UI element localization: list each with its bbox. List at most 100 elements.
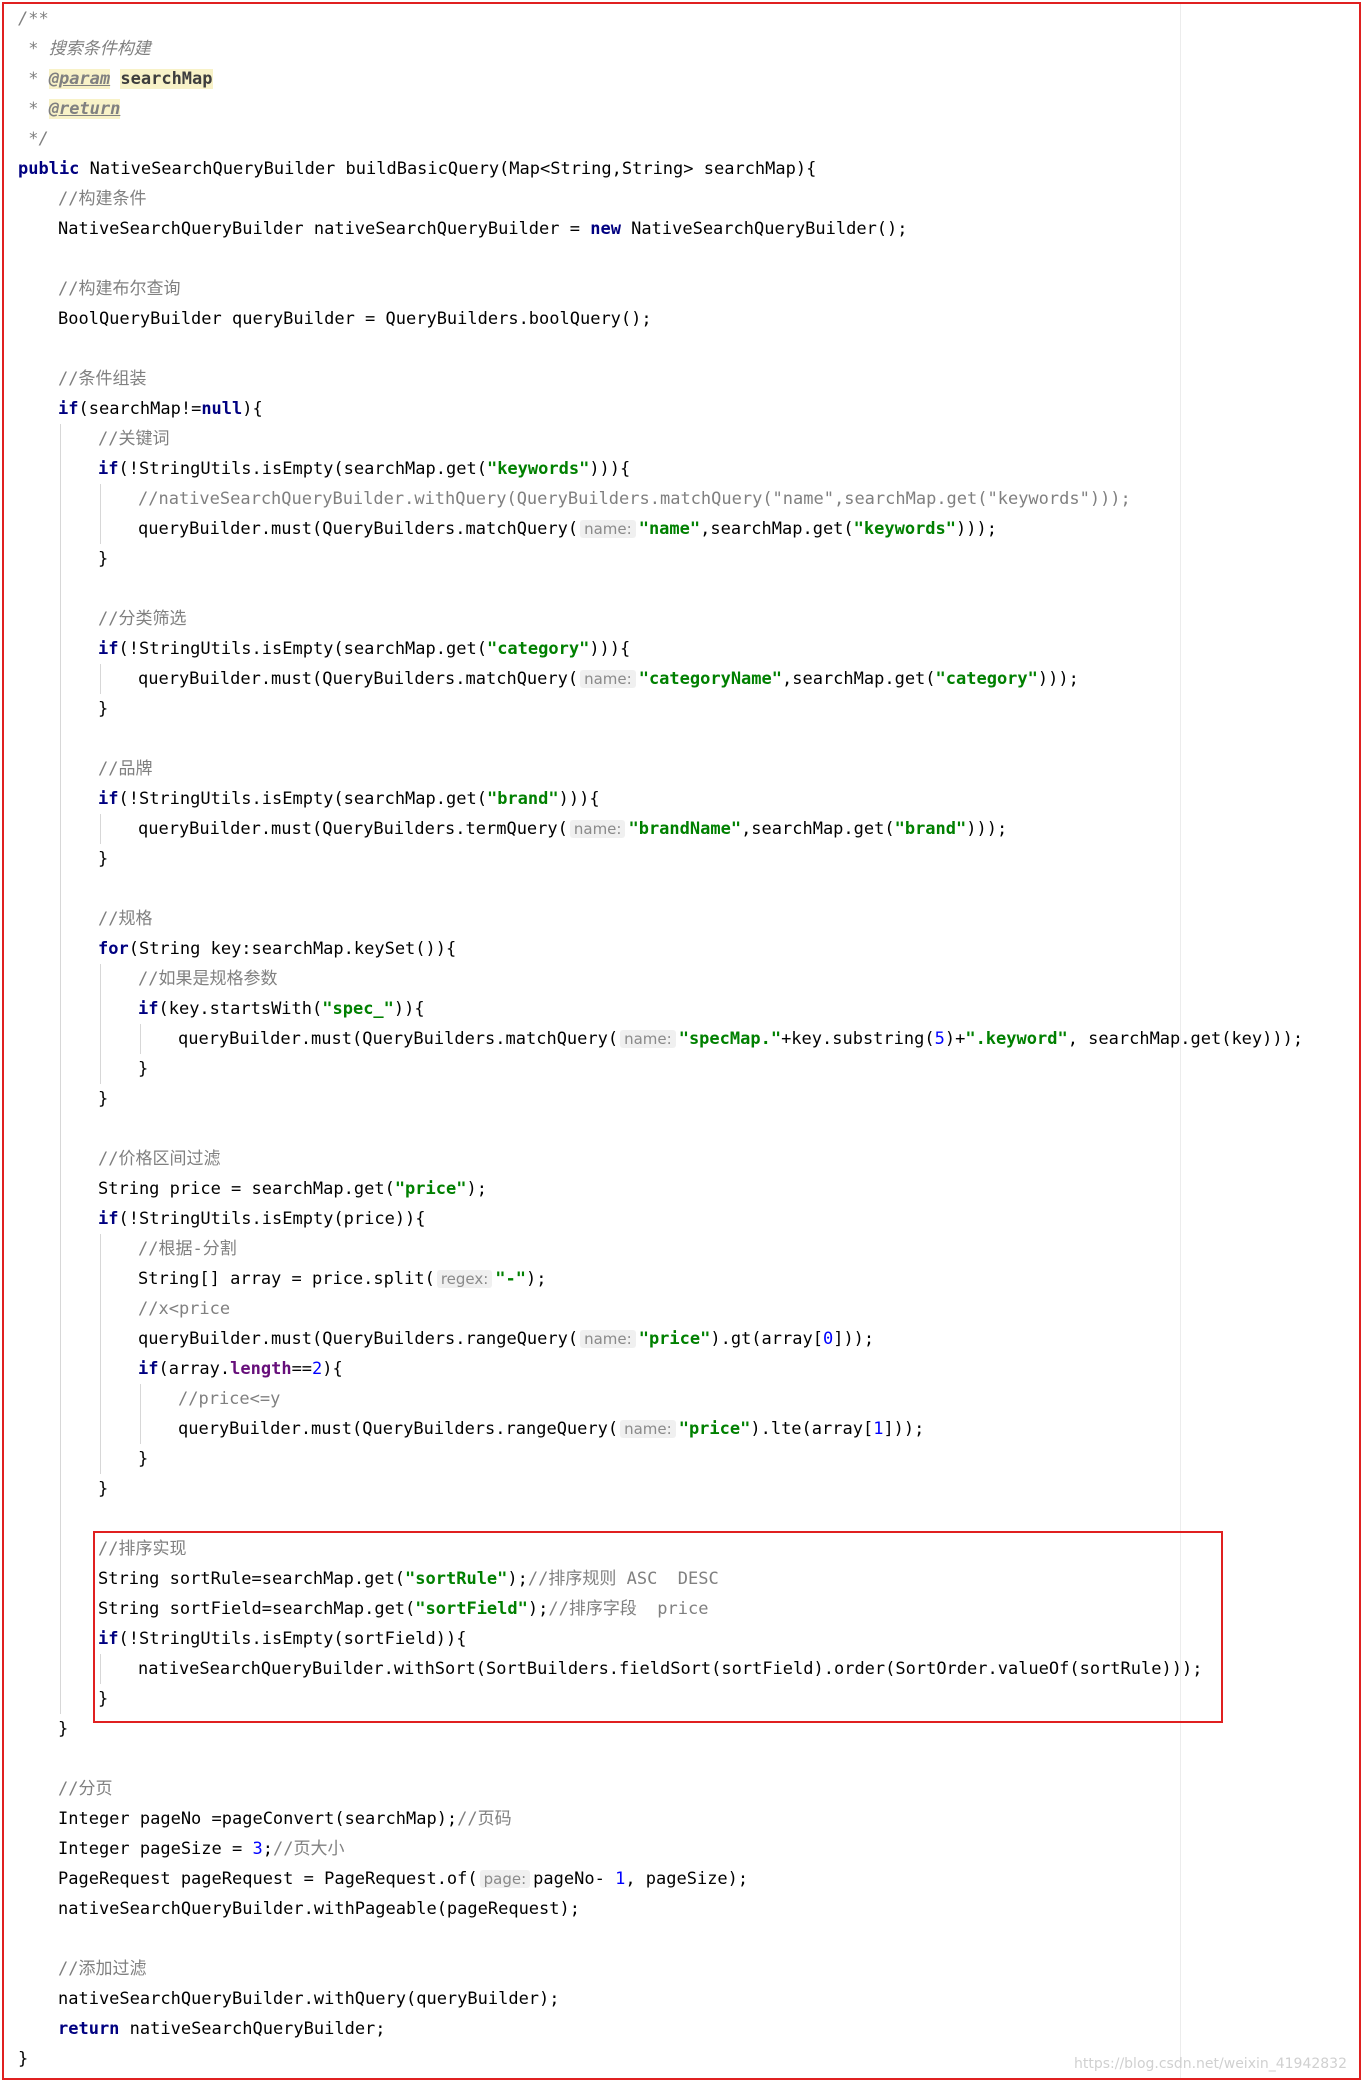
code-line[interactable]: } bbox=[18, 544, 1303, 574]
code-line[interactable]: Integer pageNo =pageConvert(searchMap);/… bbox=[18, 1804, 1303, 1834]
code-line[interactable]: //添加过滤 bbox=[18, 1954, 1303, 1984]
code-line[interactable]: } bbox=[18, 844, 1303, 874]
code-line[interactable]: return nativeSearchQueryBuilder; bbox=[18, 2014, 1303, 2044]
code-line[interactable]: } bbox=[18, 1054, 1303, 1084]
code-line[interactable]: if(array.length==2){ bbox=[18, 1354, 1303, 1384]
code-line[interactable]: * 搜索条件构建 bbox=[18, 34, 1303, 64]
code-line[interactable]: PageRequest pageRequest = PageRequest.of… bbox=[18, 1864, 1303, 1894]
code-token: ))){ bbox=[589, 639, 631, 659]
code-line[interactable]: * @return bbox=[18, 94, 1303, 124]
code-line[interactable]: } bbox=[18, 694, 1303, 724]
code-line[interactable] bbox=[18, 244, 1303, 274]
code-token: if bbox=[98, 639, 119, 659]
code-line[interactable]: //nativeSearchQueryBuilder.withQuery(Que… bbox=[18, 484, 1303, 514]
code-line[interactable]: nativeSearchQueryBuilder.withPageable(pa… bbox=[18, 1894, 1303, 1924]
code-line[interactable]: //price<=y bbox=[18, 1384, 1303, 1414]
code-line[interactable] bbox=[18, 874, 1303, 904]
code-token: if bbox=[98, 1629, 119, 1649]
code-token: (array. bbox=[158, 1359, 231, 1379]
code-line[interactable] bbox=[18, 724, 1303, 754]
code-area[interactable]: /** * 搜索条件构建 * @param searchMap * @retur… bbox=[18, 4, 1303, 2074]
code-line[interactable]: * @param searchMap bbox=[18, 64, 1303, 94]
indent-guide bbox=[60, 754, 61, 784]
code-token: } bbox=[138, 1059, 149, 1079]
code-token: "keywords" bbox=[853, 519, 957, 539]
code-line[interactable]: queryBuilder.must(QueryBuilders.rangeQue… bbox=[18, 1324, 1303, 1354]
code-line[interactable]: nativeSearchQueryBuilder.withQuery(query… bbox=[18, 1984, 1303, 2014]
code-token: @return bbox=[48, 99, 121, 119]
indent-guide bbox=[60, 1174, 61, 1204]
code-line[interactable] bbox=[18, 1744, 1303, 1774]
indent-guide bbox=[60, 1264, 61, 1294]
code-line[interactable]: //构建条件 bbox=[18, 184, 1303, 214]
code-token: if bbox=[58, 399, 79, 419]
code-line[interactable]: String sortField=searchMap.get("sortFiel… bbox=[18, 1594, 1303, 1624]
code-line[interactable]: //x<price bbox=[18, 1294, 1303, 1324]
code-line[interactable]: */ bbox=[18, 124, 1303, 154]
code-line[interactable]: //分类筛选 bbox=[18, 604, 1303, 634]
code-line[interactable]: String sortRule=searchMap.get("sortRule"… bbox=[18, 1564, 1303, 1594]
code-line[interactable]: //关键词 bbox=[18, 424, 1303, 454]
code-line[interactable]: String price = searchMap.get("price"); bbox=[18, 1174, 1303, 1204]
code-line[interactable]: /** bbox=[18, 4, 1303, 34]
code-line[interactable]: //价格区间过滤 bbox=[18, 1144, 1303, 1174]
code-token: nativeSearchQueryBuilder.withPageable(pa… bbox=[58, 1899, 580, 1919]
code-line[interactable]: for(String key:searchMap.keySet()){ bbox=[18, 934, 1303, 964]
code-line[interactable]: //条件组装 bbox=[18, 364, 1303, 394]
code-line[interactable]: //排序实现 bbox=[18, 1534, 1303, 1564]
code-token: } bbox=[98, 1089, 109, 1109]
code-token: 0 bbox=[822, 1329, 834, 1349]
code-line[interactable]: NativeSearchQueryBuilder nativeSearchQue… bbox=[18, 214, 1303, 244]
indent-guide bbox=[60, 1444, 61, 1474]
code-line[interactable]: queryBuilder.must(QueryBuilders.matchQue… bbox=[18, 664, 1303, 694]
code-line[interactable]: Integer pageSize = 3;//页大小 bbox=[18, 1834, 1303, 1864]
code-line[interactable]: queryBuilder.must(QueryBuilders.rangeQue… bbox=[18, 1414, 1303, 1444]
code-line[interactable]: nativeSearchQueryBuilder.withSort(SortBu… bbox=[18, 1654, 1303, 1684]
code-line[interactable]: } bbox=[18, 1714, 1303, 1744]
code-line[interactable]: //规格 bbox=[18, 904, 1303, 934]
code-line[interactable]: //分页 bbox=[18, 1774, 1303, 1804]
code-line[interactable]: //品牌 bbox=[18, 754, 1303, 784]
code-line[interactable]: queryBuilder.must(QueryBuilders.matchQue… bbox=[18, 1024, 1303, 1054]
code-line[interactable]: //构建布尔查询 bbox=[18, 274, 1303, 304]
code-token: length bbox=[230, 1359, 292, 1379]
code-line[interactable] bbox=[18, 1504, 1303, 1534]
code-line[interactable]: if(!StringUtils.isEmpty(searchMap.get("b… bbox=[18, 784, 1303, 814]
code-line[interactable]: //如果是规格参数 bbox=[18, 964, 1303, 994]
code-token: (!StringUtils.isEmpty(sortField)){ bbox=[118, 1629, 467, 1649]
code-line[interactable]: if(!StringUtils.isEmpty(searchMap.get("k… bbox=[18, 454, 1303, 484]
code-line[interactable]: if(!StringUtils.isEmpty(searchMap.get("c… bbox=[18, 634, 1303, 664]
code-line[interactable]: if(searchMap!=null){ bbox=[18, 394, 1303, 424]
code-line[interactable]: String[] array = price.split(regex: "-"); bbox=[18, 1264, 1303, 1294]
parameter-hint: name: bbox=[580, 520, 636, 538]
code-token: (!StringUtils.isEmpty(searchMap.get( bbox=[118, 789, 487, 809]
code-line[interactable]: queryBuilder.must(QueryBuilders.matchQue… bbox=[18, 514, 1303, 544]
code-line[interactable] bbox=[18, 1924, 1303, 1954]
code-line[interactable]: if(!StringUtils.isEmpty(price)){ bbox=[18, 1204, 1303, 1234]
code-editor[interactable]: /** * 搜索条件构建 * @param searchMap * @retur… bbox=[4, 4, 1359, 2078]
code-line[interactable]: if(key.startsWith("spec_")){ bbox=[18, 994, 1303, 1024]
indent-guide bbox=[100, 1444, 101, 1474]
code-token: ))); bbox=[1037, 669, 1079, 689]
code-line[interactable]: } bbox=[18, 1444, 1303, 1474]
code-line[interactable]: } bbox=[18, 1084, 1303, 1114]
indent-guide bbox=[60, 454, 61, 484]
code-line[interactable] bbox=[18, 574, 1303, 604]
code-line[interactable]: queryBuilder.must(QueryBuilders.termQuer… bbox=[18, 814, 1303, 844]
code-line[interactable]: } bbox=[18, 1684, 1303, 1714]
code-token: @param bbox=[48, 69, 111, 89]
code-line[interactable]: } bbox=[18, 1474, 1303, 1504]
code-token: ,searchMap.get( bbox=[741, 819, 895, 839]
code-token: "category" bbox=[486, 639, 590, 659]
code-token: * bbox=[18, 69, 49, 89]
code-token: "specMap." bbox=[678, 1029, 782, 1049]
code-line[interactable] bbox=[18, 1114, 1303, 1144]
code-line[interactable]: //根据-分割 bbox=[18, 1234, 1303, 1264]
code-line[interactable]: public NativeSearchQueryBuilder buildBas… bbox=[18, 154, 1303, 184]
code-line[interactable] bbox=[18, 334, 1303, 364]
code-token: "price" bbox=[394, 1179, 467, 1199]
code-line[interactable]: if(!StringUtils.isEmpty(sortField)){ bbox=[18, 1624, 1303, 1654]
indent-guide bbox=[60, 694, 61, 724]
code-line[interactable]: BoolQueryBuilder queryBuilder = QueryBui… bbox=[18, 304, 1303, 334]
